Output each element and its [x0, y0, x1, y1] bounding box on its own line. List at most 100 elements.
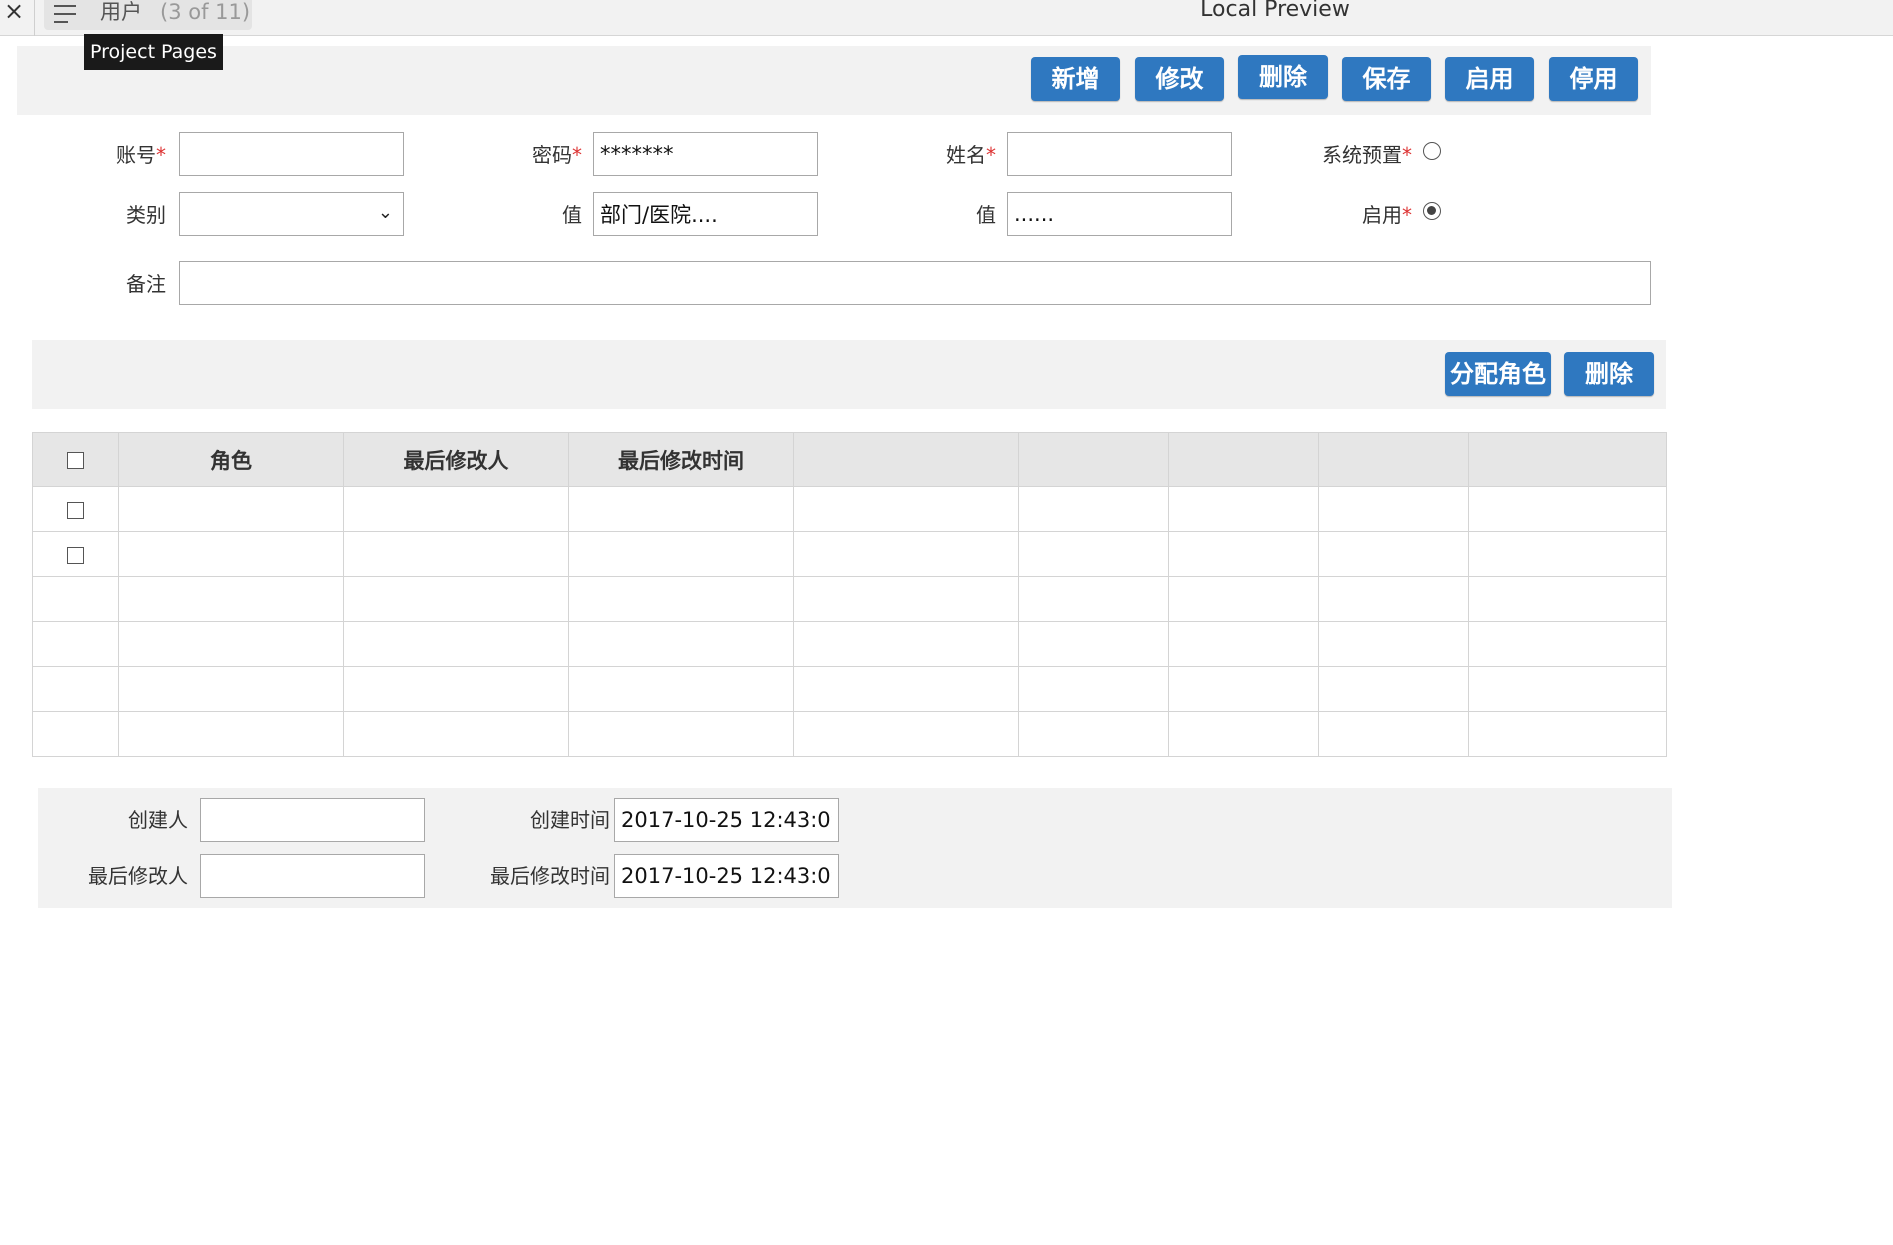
chevron-down-icon: ⌄: [377, 202, 393, 223]
row-checkbox[interactable]: [67, 501, 84, 519]
table-cell: [343, 621, 569, 667]
table-row[interactable]: [32, 711, 1667, 757]
category-label: 类别: [126, 203, 166, 227]
table-cell: [1468, 711, 1667, 757]
system-preset-radio[interactable]: [1423, 142, 1441, 160]
edit-button[interactable]: 修改: [1135, 57, 1224, 101]
table-cell: [1318, 486, 1469, 532]
window-title: Local Preview: [1200, 0, 1350, 22]
last-modified-time-input[interactable]: [614, 854, 839, 898]
select-all-cell: [32, 432, 119, 487]
assign-role-button[interactable]: 分配角色: [1445, 352, 1551, 396]
password-label: 密码*: [532, 143, 582, 167]
disable-button[interactable]: 停用: [1549, 57, 1638, 101]
table-cell: [1168, 711, 1319, 757]
column-header-role[interactable]: 角色: [118, 432, 344, 487]
column-header-last-modifier[interactable]: 最后修改人: [343, 432, 569, 487]
creator-input[interactable]: [200, 798, 425, 842]
table-body: [32, 486, 1667, 757]
created-time-label: 创建时间: [530, 808, 610, 832]
table-cell: [793, 666, 1019, 712]
title-bar: × 用户 (3 of 11) Local Preview: [0, 0, 1893, 36]
created-time-input[interactable]: [614, 798, 839, 842]
table-cell: [1318, 711, 1469, 757]
table-cell: [568, 576, 794, 622]
table-header-row: 角色 最后修改人 最后修改时间: [32, 432, 1667, 487]
row-select-cell: [32, 486, 119, 532]
table-cell: [568, 531, 794, 577]
table-cell: [118, 531, 344, 577]
creator-label: 创建人: [128, 808, 188, 832]
audit-panel: 创建人 创建时间 最后修改人 最后修改时间: [38, 788, 1672, 908]
column-header: [1318, 432, 1469, 487]
table-cell: [1168, 576, 1319, 622]
toolbar-panel: 新增 修改 删除 保存 启用 停用: [17, 46, 1651, 115]
required-mark: *: [1402, 143, 1412, 167]
table-cell: [1018, 666, 1169, 712]
add-button[interactable]: 新增: [1031, 57, 1120, 101]
row-select-cell: [32, 531, 119, 577]
table-row[interactable]: [32, 486, 1667, 532]
select-all-checkbox[interactable]: [67, 452, 84, 469]
table-cell: [568, 711, 794, 757]
role-table: 角色 最后修改人 最后修改时间: [32, 432, 1667, 757]
save-button[interactable]: 保存: [1342, 57, 1431, 101]
name-input[interactable]: [1007, 132, 1232, 176]
role-toolbar-panel: 分配角色 删除: [32, 340, 1666, 409]
enabled-radio[interactable]: [1423, 202, 1441, 220]
remark-input[interactable]: [179, 261, 1651, 305]
row-select-cell: [32, 711, 119, 757]
enable-button[interactable]: 启用: [1445, 57, 1534, 101]
table-cell: [1168, 666, 1319, 712]
tab-title: 用户: [100, 0, 142, 24]
table-cell: [1018, 576, 1169, 622]
table-cell: [793, 486, 1019, 532]
category-select[interactable]: ⌄: [179, 192, 404, 236]
table-cell: [1018, 711, 1169, 757]
table-cell: [118, 711, 344, 757]
column-header-last-modified-time[interactable]: 最后修改时间: [568, 432, 794, 487]
menu-icon[interactable]: [54, 2, 78, 26]
password-input[interactable]: [593, 132, 818, 176]
value-label: 值: [976, 203, 996, 227]
column-header: [1018, 432, 1169, 487]
value-input[interactable]: [1007, 192, 1232, 236]
table-cell: [1018, 531, 1169, 577]
table-cell: [1318, 576, 1469, 622]
table-row[interactable]: [32, 666, 1667, 712]
table-row[interactable]: [32, 576, 1667, 622]
table-cell: [568, 666, 794, 712]
department-value-input[interactable]: [593, 192, 818, 236]
last-modifier-input[interactable]: [200, 854, 425, 898]
table-cell: [1318, 621, 1469, 667]
close-icon[interactable]: ×: [4, 0, 24, 26]
table-cell: [343, 711, 569, 757]
tooltip: Project Pages: [84, 34, 223, 70]
table-row[interactable]: [32, 621, 1667, 667]
table-cell: [1468, 531, 1667, 577]
table-row[interactable]: [32, 531, 1667, 577]
row-checkbox[interactable]: [67, 546, 84, 564]
table-cell: [568, 621, 794, 667]
row-select-cell: [32, 621, 119, 667]
table-cell: [568, 486, 794, 532]
delete-role-button[interactable]: 删除: [1564, 352, 1654, 396]
required-mark: *: [986, 143, 996, 167]
table-cell: [343, 486, 569, 532]
table-cell: [118, 486, 344, 532]
name-label: 姓名*: [946, 143, 996, 167]
delete-button[interactable]: 删除: [1238, 55, 1328, 99]
table-cell: [793, 531, 1019, 577]
account-input[interactable]: [179, 132, 404, 176]
table-cell: [793, 576, 1019, 622]
table-cell: [1168, 486, 1319, 532]
table-cell: [1168, 531, 1319, 577]
value-label: 值: [562, 203, 582, 227]
account-label: 账号*: [116, 143, 166, 167]
required-mark: *: [156, 143, 166, 167]
row-select-cell: [32, 576, 119, 622]
document-tab[interactable]: 用户 (3 of 11): [44, 0, 252, 30]
column-header: [1168, 432, 1319, 487]
column-header: [793, 432, 1019, 487]
table-cell: [118, 621, 344, 667]
